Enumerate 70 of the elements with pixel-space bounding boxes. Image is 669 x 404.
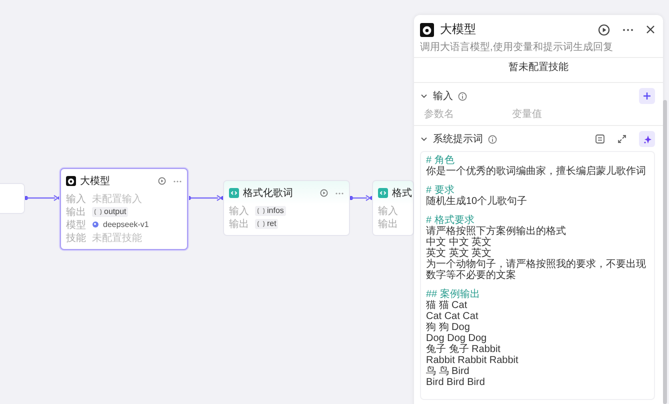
prompt-heading: # 角色 (426, 155, 456, 166)
field-value: 未配置输入 (92, 192, 142, 206)
prompt-heading: # 格式要求 (426, 215, 476, 226)
node-card[interactable]: 大模型 输入 未配置输入 输出 output 模型 deepseek-v1 技能 未配置技能 (60, 168, 188, 250)
prompt-line: 随机生成10个儿歌句子 (426, 196, 528, 207)
prompt-line: 为一个动物句子，请严格按照我的要求，不要出现数字等不必要的文案 (426, 259, 647, 281)
chevron-icon[interactable] (420, 92, 428, 100)
node-title: 格式化歌词 (243, 186, 294, 200)
variable-icon (257, 208, 265, 214)
section-title: 系统提示词 (433, 132, 483, 146)
field-label: 模型 (66, 218, 87, 232)
node-card[interactable]: 格式 输入 输出 (372, 180, 414, 236)
variable-icon (257, 220, 265, 226)
play-icon[interactable] (320, 189, 328, 197)
variable-name: output (104, 207, 126, 216)
prompt-line: Rabbit Rabbit Rabbit (426, 355, 520, 366)
code-icon (378, 188, 388, 198)
prompt-line: 狗 狗 Dog (426, 322, 471, 333)
prompt-heading: ## 案例输出 (426, 289, 481, 300)
prompt-line: 中文 中文 英文 (426, 237, 493, 248)
expand-icon[interactable] (617, 134, 627, 144)
more-icon[interactable] (622, 28, 634, 32)
robot-icon (66, 176, 76, 186)
prompt-heading: # 要求 (426, 185, 454, 196)
field-label: 输入 (229, 204, 250, 218)
prompt-line: 请严格按照下方案例输出的格式 (426, 226, 567, 237)
field-label: 输出 (66, 206, 87, 218)
field-label: 输出 (378, 218, 399, 230)
close-icon[interactable] (646, 25, 655, 34)
code-icon (229, 188, 239, 198)
info-icon (458, 92, 467, 100)
sparkle-button[interactable] (639, 131, 655, 147)
prompt-line: Bird Bird Bird (426, 377, 486, 388)
robot-icon (420, 22, 434, 36)
info-icon (488, 134, 497, 144)
sparkle-icon (642, 134, 652, 144)
field-label: 技能 (66, 232, 87, 244)
scrollbar[interactable] (663, 100, 667, 404)
plus-icon (643, 92, 651, 100)
node-title: 格式 (392, 186, 412, 200)
variable-icon (94, 208, 102, 214)
variable-name: infos (267, 206, 284, 215)
field-label: 输入 (66, 192, 87, 206)
column-header: 变量值 (512, 108, 543, 121)
node-card[interactable] (0, 183, 25, 214)
field-label: 输出 (229, 218, 250, 230)
chevron-icon[interactable] (420, 135, 428, 143)
model-name: deepseek-v1 (103, 220, 149, 229)
variable-name: ret (267, 219, 276, 228)
play-icon[interactable] (158, 177, 166, 185)
prompt-line: Cat Cat Cat (426, 311, 480, 322)
prompt-line: 兔子 兔子 Rabbit (426, 344, 502, 355)
play-icon[interactable] (598, 24, 610, 36)
prompt-line: 你是一个优秀的歌词编曲家，擅长编启蒙儿歌作词 (426, 166, 647, 177)
field-value: 未配置技能 (92, 232, 142, 244)
panel-description: 调用大语言模型,使用变量和提示词生成回复 (419, 40, 614, 54)
prompt-line: 猫 猫 Cat (426, 300, 468, 311)
column-header: 参数名 (424, 108, 455, 121)
prompt-line: 鸟 鸟 Bird (426, 366, 470, 377)
section-title: 输入 (433, 90, 453, 103)
field-label: 输入 (378, 204, 399, 218)
add-button[interactable] (639, 88, 655, 104)
node-title: 大模型 (80, 174, 111, 188)
node-card[interactable]: 格式化歌词 输入 infos 输出 ret (223, 180, 350, 236)
document-icon[interactable] (595, 134, 605, 144)
skills-status: 暂未配置技能 (414, 57, 663, 83)
panel-title: 大模型 (440, 21, 476, 38)
prompt-line: 英文 英文 英文 (426, 248, 493, 259)
model-icon (92, 221, 99, 228)
prompt-line: Dog Dog Dog (426, 333, 488, 344)
